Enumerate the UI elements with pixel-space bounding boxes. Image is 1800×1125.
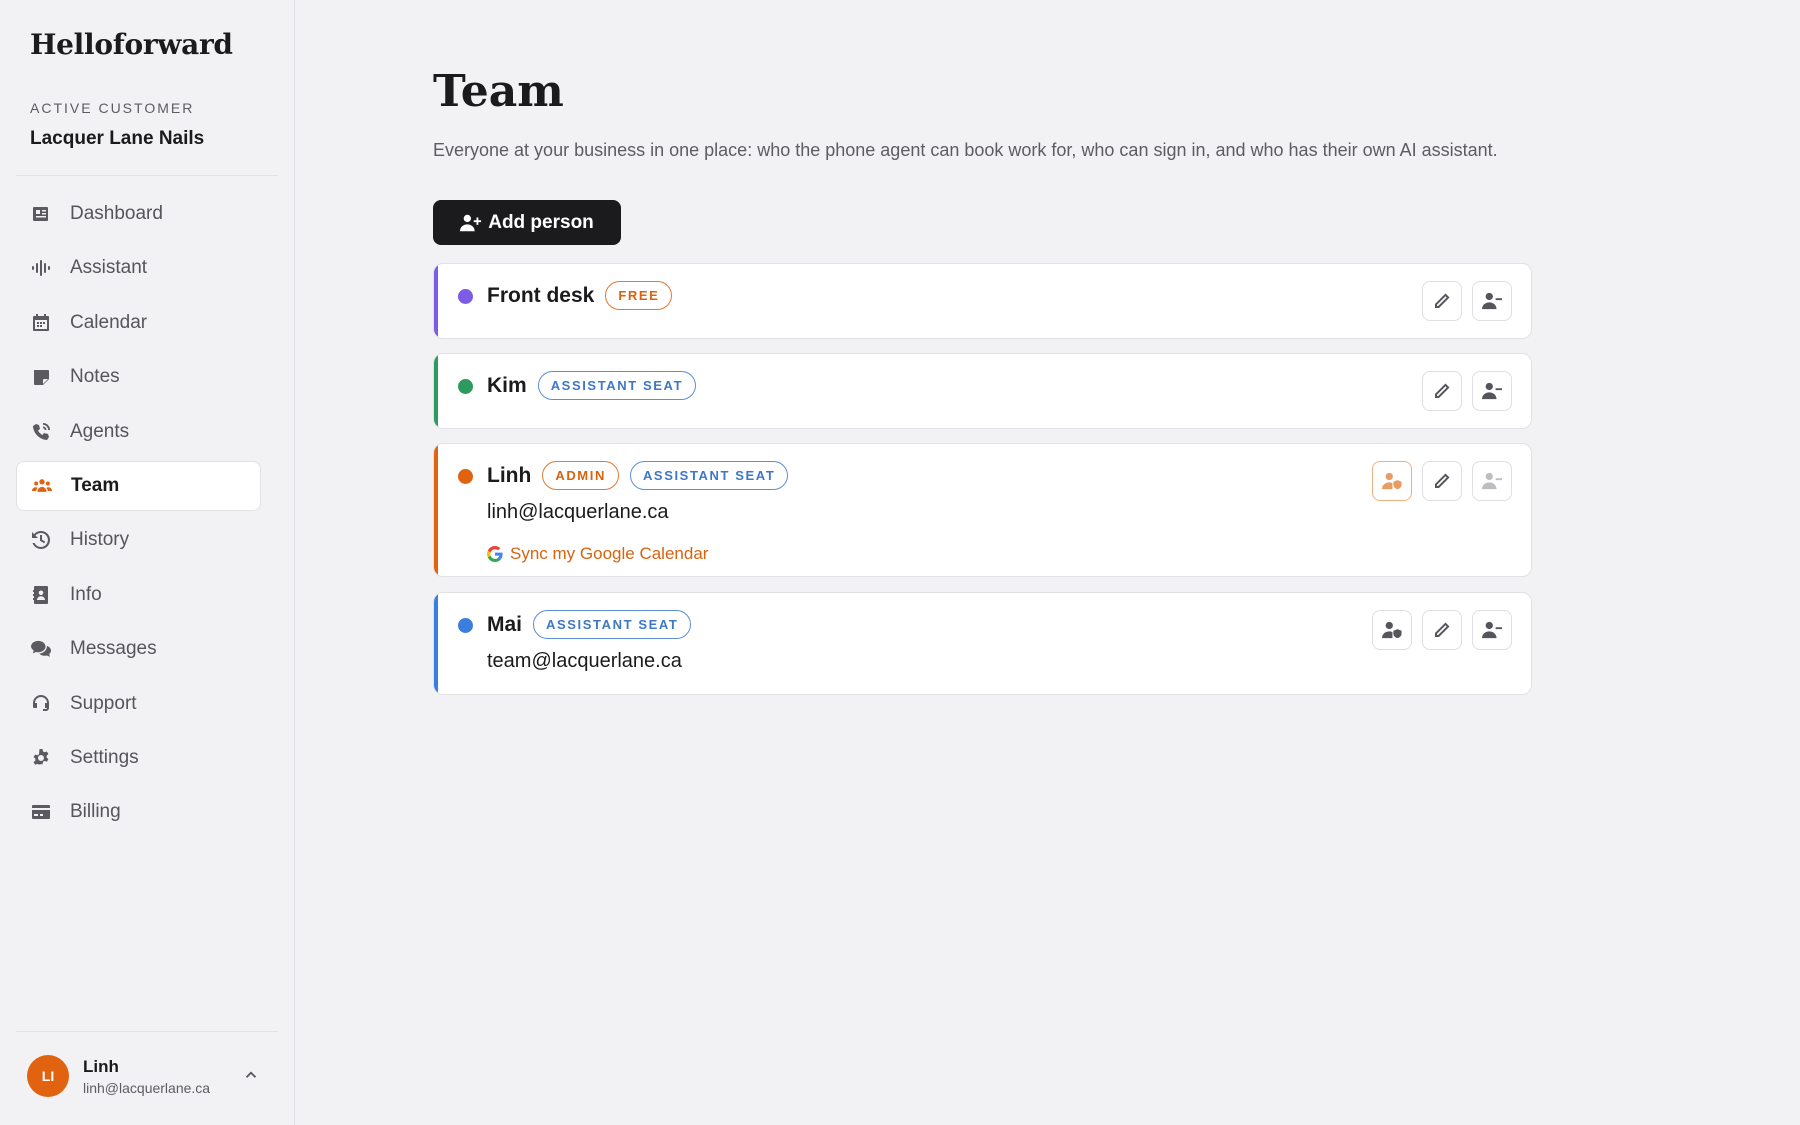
member-color-dot xyxy=(458,379,473,394)
sidebar-item-label: Calendar xyxy=(70,311,148,333)
remove-member-button[interactable] xyxy=(1472,281,1512,321)
edit-member-button[interactable] xyxy=(1422,281,1462,321)
member-email: team@lacquerlane.ca xyxy=(487,650,682,672)
member-email: linh@lacquerlane.ca xyxy=(487,501,669,523)
sidebar-item-label: Team xyxy=(71,474,120,496)
user-menu[interactable]: LI Linh linh@lacquerlane.ca xyxy=(16,1040,278,1112)
add-person-button[interactable]: Add person xyxy=(433,200,621,245)
sidebar: Helloforward ACTIVE CUSTOMER Lacquer Lan… xyxy=(0,0,295,1125)
sidebar-item-settings[interactable]: Settings xyxy=(16,733,261,783)
pencil-icon xyxy=(1435,293,1450,308)
member-color-bar xyxy=(434,444,438,576)
user-shield-icon xyxy=(1382,621,1402,639)
team-member-card: Front desk FREE xyxy=(433,263,1532,339)
pencil-icon xyxy=(1435,383,1450,398)
page-title: Team xyxy=(433,66,564,117)
member-name: Front desk xyxy=(487,283,595,307)
pencil-icon xyxy=(1435,622,1450,637)
edit-member-button[interactable] xyxy=(1422,461,1462,501)
credit-card-icon xyxy=(30,801,52,823)
sidebar-item-info[interactable]: Info xyxy=(16,570,261,620)
sidebar-item-calendar[interactable]: Calendar xyxy=(16,298,261,348)
edit-member-button[interactable] xyxy=(1422,371,1462,411)
users-icon xyxy=(31,475,53,497)
gear-icon xyxy=(30,747,52,769)
calendar-icon xyxy=(30,312,52,334)
contact-card-icon xyxy=(30,584,52,606)
google-icon xyxy=(487,546,503,562)
admin-access-button[interactable] xyxy=(1372,610,1412,650)
note-icon xyxy=(30,366,52,388)
waveform-icon xyxy=(30,257,52,279)
sidebar-divider xyxy=(16,1031,278,1032)
remove-member-button[interactable] xyxy=(1472,461,1512,501)
sidebar-item-billing[interactable]: Billing xyxy=(16,787,261,837)
edit-member-button[interactable] xyxy=(1422,610,1462,650)
sidebar-item-team[interactable]: Team xyxy=(16,460,261,511)
team-member-card: Mai ASSISTANT SEAT team@lacquerlane.ca xyxy=(433,592,1532,695)
history-icon xyxy=(30,529,52,551)
sidebar-item-agents[interactable]: Agents xyxy=(16,407,261,457)
sidebar-item-label: Billing xyxy=(70,801,121,823)
sidebar-item-dashboard[interactable]: Dashboard xyxy=(16,189,261,239)
add-person-label: Add person xyxy=(488,211,594,233)
sidebar-item-label: Agents xyxy=(70,420,130,442)
team-member-card: Kim ASSISTANT SEAT xyxy=(433,353,1532,429)
sidebar-item-label: Messages xyxy=(70,638,157,660)
sidebar-item-notes[interactable]: Notes xyxy=(16,352,261,402)
headset-icon xyxy=(30,693,52,715)
sidebar-item-label: Support xyxy=(70,692,137,714)
assistant-seat-badge: ASSISTANT SEAT xyxy=(537,371,697,400)
member-name: Mai xyxy=(487,612,523,636)
sidebar-item-label: Settings xyxy=(70,746,139,768)
sidebar-item-label: Assistant xyxy=(70,257,148,279)
remove-user-icon xyxy=(1482,621,1502,639)
remove-user-icon xyxy=(1482,382,1502,400)
sidebar-item-label: Notes xyxy=(70,366,120,388)
sidebar-item-label: History xyxy=(70,529,130,551)
assistant-seat-badge: ASSISTANT SEAT xyxy=(533,610,692,639)
sidebar-item-support[interactable]: Support xyxy=(16,679,261,729)
member-color-bar xyxy=(434,264,438,338)
sidebar-item-messages[interactable]: Messages xyxy=(16,624,261,674)
member-color-bar xyxy=(434,354,438,428)
remove-user-icon xyxy=(1482,292,1502,310)
admin-access-button[interactable] xyxy=(1372,461,1412,501)
active-customer-name: Lacquer Lane Nails xyxy=(30,128,205,149)
page-description: Everyone at your business in one place: … xyxy=(433,140,1498,160)
member-color-dot xyxy=(458,469,473,484)
member-name: Linh xyxy=(487,463,532,487)
dashboard-icon xyxy=(30,203,52,225)
free-badge: FREE xyxy=(605,281,673,310)
assistant-seat-badge: ASSISTANT SEAT xyxy=(629,461,789,490)
user-name: Linh xyxy=(83,1056,119,1076)
member-color-dot xyxy=(458,289,473,304)
chat-icon xyxy=(30,638,52,660)
admin-badge: ADMIN xyxy=(542,461,619,490)
sidebar-item-history[interactable]: History xyxy=(16,515,261,565)
active-customer-label: ACTIVE CUSTOMER xyxy=(30,100,195,116)
avatar: LI xyxy=(27,1055,69,1097)
user-shield-icon xyxy=(1382,472,1402,490)
chevron-up-icon[interactable] xyxy=(242,1066,262,1086)
team-member-card: Linh ADMIN ASSISTANT SEAT linh@lacquerla… xyxy=(433,443,1532,577)
remove-member-button[interactable] xyxy=(1472,371,1512,411)
phone-icon xyxy=(30,421,52,443)
member-color-dot xyxy=(458,618,473,633)
sidebar-nav: Dashboard Assistant Calendar Notes Agent… xyxy=(16,189,261,842)
add-user-icon xyxy=(460,214,482,231)
member-color-bar xyxy=(434,593,438,694)
sidebar-item-label: Dashboard xyxy=(70,203,163,224)
sidebar-divider xyxy=(16,175,278,176)
sync-google-calendar-link[interactable]: Sync my Google Calendar xyxy=(487,544,708,564)
pencil-icon xyxy=(1435,473,1450,488)
sidebar-item-assistant[interactable]: Assistant xyxy=(16,243,261,293)
remove-user-icon xyxy=(1482,472,1502,490)
member-name: Kim xyxy=(487,373,527,397)
user-email: linh@lacquerlane.ca xyxy=(83,1079,211,1096)
remove-member-button[interactable] xyxy=(1472,610,1512,650)
brand-logo: Helloforward xyxy=(30,28,233,61)
sync-google-calendar-label: Sync my Google Calendar xyxy=(510,544,709,563)
sidebar-item-label: Info xyxy=(70,583,102,605)
